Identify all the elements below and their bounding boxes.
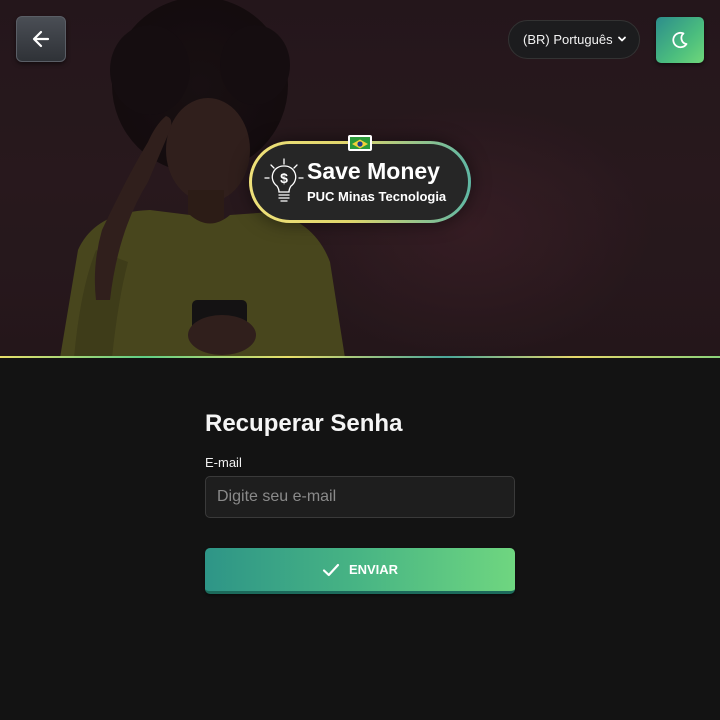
lightbulb-dollar-icon: $ (264, 158, 304, 202)
page-title: Recuperar Senha (205, 410, 403, 437)
chevron-down-icon (618, 36, 626, 42)
svg-text:$: $ (280, 170, 288, 186)
submit-button-label: ENVIAR (348, 562, 399, 577)
language-select[interactable]: (BR) Português (508, 20, 640, 59)
password-recovery-page: (BR) Português $ Save Money PUC Minas Te… (0, 0, 720, 720)
app-logo-title: Save Money (307, 158, 440, 184)
check-icon (322, 563, 340, 576)
brazil-flag-icon (348, 135, 372, 151)
email-field[interactable] (205, 476, 515, 518)
submit-button[interactable]: ENVIAR (205, 548, 515, 594)
back-button[interactable] (16, 16, 66, 62)
app-logo: $ Save Money PUC Minas Tecnologia (249, 141, 471, 223)
email-label: E-mail (205, 455, 242, 470)
app-logo-subtitle: PUC Minas Tecnologia (307, 189, 447, 204)
theme-toggle-button[interactable] (656, 17, 704, 63)
hero-accent-stripe (0, 356, 720, 358)
recover-password-form: Recuperar Senha E-mail ENVIAR (205, 405, 515, 594)
app-logo-inner: $ Save Money PUC Minas Tecnologia (252, 144, 468, 220)
moon-icon (672, 31, 688, 49)
language-select-value: (BR) Português (523, 32, 613, 47)
arrow-left-icon (32, 30, 50, 48)
